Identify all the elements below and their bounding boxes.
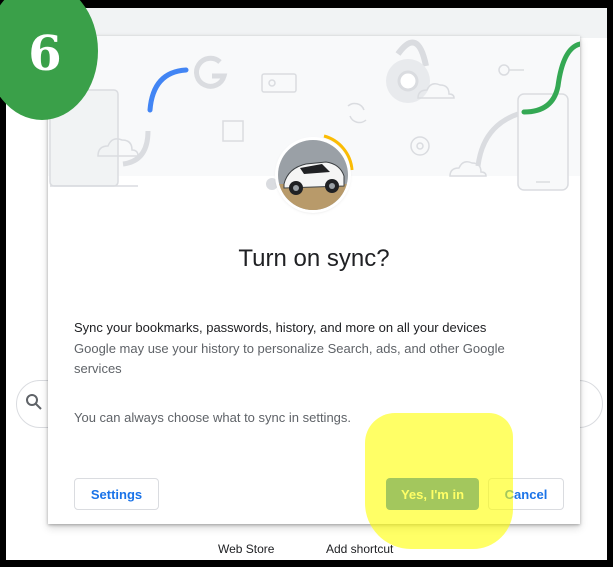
web-store-link[interactable]: Web Store [218,542,274,556]
browser-window: Web Store Add shortcut Turn on sync? Syn… [6,8,607,560]
add-shortcut-link[interactable]: Add shortcut [326,542,393,556]
personalization-note: Google may use your history to personali… [74,341,505,376]
settings-note: You can always choose what to sync in se… [74,410,352,425]
car-photo-icon [278,140,348,210]
settings-button[interactable]: Settings [74,478,159,510]
step-number: 6 [28,26,62,82]
confirm-sync-button[interactable]: Yes, I'm in [386,478,479,510]
account-avatar [278,140,348,210]
search-icon [24,392,44,412]
bottom-shortcuts: Web Store Add shortcut [6,542,607,558]
sync-description: Sync your bookmarks, passwords, history,… [74,320,487,335]
dialog-title: Turn on sync? [238,245,390,272]
sync-dialog: Turn on sync? Sync your bookmarks, passw… [48,36,580,524]
cancel-button[interactable]: Cancel [488,478,564,510]
